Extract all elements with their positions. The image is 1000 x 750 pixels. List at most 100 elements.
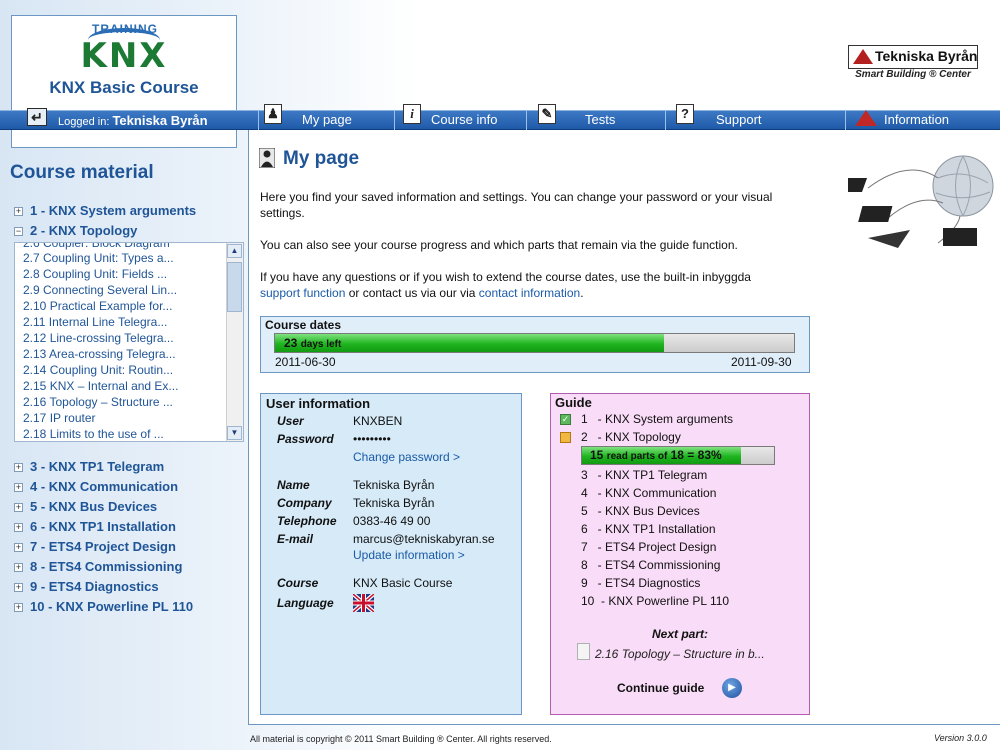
sidebar-chapter-4[interactable]: +4 - KNX Communication <box>14 479 178 494</box>
sidebar-chapter-9[interactable]: +9 - ETS4 Diagnostics <box>14 579 159 594</box>
sidebar-chapter-3[interactable]: +3 - KNX TP1 Telegram <box>14 459 164 474</box>
sublist-item[interactable]: 2.10 Practical Example for... <box>23 299 172 313</box>
sublist-item[interactable]: 2.12 Line-crossing Telegra... <box>23 331 174 345</box>
sublist-item[interactable]: 2.7 Coupling Unit: Types a... <box>23 251 174 265</box>
expand-icon[interactable]: + <box>14 603 23 612</box>
nav-support[interactable]: Support <box>716 110 762 130</box>
guide-item-9[interactable]: 9 - ETS4 Diagnostics <box>581 576 700 590</box>
chapter-label: 2 - KNX Topology <box>30 223 138 238</box>
back-arrow-icon[interactable]: ↵ <box>27 108 47 126</box>
sidebar-chapter-7[interactable]: +7 - ETS4 Project Design <box>14 539 176 554</box>
telephone-label: Telephone <box>277 514 337 528</box>
contact-text-mid: or contact us via our via <box>345 286 479 300</box>
expand-icon[interactable]: + <box>14 543 23 552</box>
sublist-item[interactable]: 2.11 Internal Line Telegra... <box>23 315 167 329</box>
logged-in-label: Logged in: <box>58 116 110 128</box>
info-icon[interactable]: i <box>403 104 421 124</box>
user-label: User <box>277 414 304 428</box>
sublist-item[interactable]: 2.15 KNX – Internal and Ex... <box>23 379 178 393</box>
sidebar-chapter-5[interactable]: +5 - KNX Bus Devices <box>14 499 157 514</box>
page-title: My page <box>283 148 360 169</box>
guide-item-7[interactable]: 7 - ETS4 Project Design <box>581 540 716 554</box>
nav-course-info[interactable]: Course info <box>431 110 497 130</box>
chapter-label: 7 - ETS4 Project Design <box>30 539 176 554</box>
contact-paragraph: If you have any questions or if you wish… <box>260 269 820 301</box>
sublist-item[interactable]: 2.17 IP router <box>23 411 96 425</box>
course-value: KNX Basic Course <box>353 576 453 590</box>
sidebar-chapter-1[interactable]: +1 - KNX System arguments <box>14 203 196 218</box>
nav-information[interactable]: Information <box>884 110 949 130</box>
collapse-icon[interactable]: − <box>14 227 23 236</box>
guide-item-2[interactable]: 2 - KNX Topology <box>581 430 681 444</box>
play-arrow-icon[interactable]: ▶ <box>722 678 742 698</box>
knx-logo: KNX <box>80 36 168 76</box>
next-part-link[interactable]: 2.16 Topology – Structure in b... <box>595 647 765 661</box>
password-value: ••••••••• <box>353 432 391 446</box>
update-information-link[interactable]: Update information > <box>353 548 465 562</box>
contact-information-link[interactable]: contact information <box>479 286 580 300</box>
guide-item-8[interactable]: 8 - ETS4 Commissioning <box>581 558 720 572</box>
company-value: Tekniska Byrån <box>353 496 435 510</box>
company-logo-name: Tekniska Byrån <box>875 48 978 64</box>
nav-tests[interactable]: Tests <box>585 110 615 130</box>
company-logo-subtitle: Smart Building ® Center <box>855 69 971 80</box>
sidebar-chapter-2[interactable]: −2 - KNX Topology <box>14 223 137 238</box>
name-label: Name <box>277 478 310 492</box>
guide-item-3[interactable]: 3 - KNX TP1 Telegram <box>581 468 707 482</box>
expand-icon[interactable]: + <box>14 583 23 592</box>
guide-item-4[interactable]: 4 - KNX Communication <box>581 486 716 500</box>
progress-paragraph: You can also see your course progress an… <box>260 238 738 252</box>
chapter-2-sublist[interactable]: 2.6 Coupler: Block Diagram 2.7 Coupling … <box>14 242 244 442</box>
days-left-number: 23 <box>284 336 298 350</box>
company-label: Company <box>277 496 332 510</box>
continue-guide-button[interactable]: Continue guide <box>617 681 704 695</box>
sublist-item[interactable]: 2.18 Limits to the use of ... <box>23 427 164 441</box>
email-value: marcus@tekniskabyran.se <box>353 532 495 546</box>
scroll-up-icon[interactable]: ▲ <box>227 244 242 258</box>
user-value: KNXBEN <box>353 414 403 428</box>
guide-item-6[interactable]: 6 - KNX TP1 Installation <box>581 522 716 536</box>
sublist-item[interactable]: 2.16 Topology – Structure ... <box>23 395 173 409</box>
sidebar-chapter-10[interactable]: +10 - KNX Powerline PL 110 <box>14 599 193 614</box>
change-password-link[interactable]: Change password > <box>353 450 460 464</box>
expand-icon[interactable]: + <box>14 207 23 216</box>
support-function-link[interactable]: support function <box>260 286 345 300</box>
contact-text: If you have any questions or if you wish… <box>260 270 751 284</box>
nav-separator <box>526 110 527 130</box>
scroll-thumb[interactable] <box>227 262 242 312</box>
guide-item-5[interactable]: 5 - KNX Bus Devices <box>581 504 700 518</box>
guide-item-10[interactable]: 10 - KNX Powerline PL 110 <box>581 594 729 608</box>
guide-item-1[interactable]: 1 - KNX System arguments <box>581 412 733 426</box>
chapter-label: 6 - KNX TP1 Installation <box>30 519 176 534</box>
chapter-label: 1 - KNX System arguments <box>30 203 197 218</box>
days-left-text: days left <box>300 339 342 350</box>
expand-icon[interactable]: + <box>14 483 23 492</box>
sidebar-chapter-6[interactable]: +6 - KNX TP1 Installation <box>14 519 176 534</box>
expand-icon[interactable]: + <box>14 463 23 472</box>
uk-flag-icon[interactable] <box>353 594 374 612</box>
guide-progress-total: 18 = 83% <box>670 448 722 462</box>
expand-icon[interactable]: + <box>14 503 23 512</box>
sidebar-chapter-8[interactable]: +8 - ETS4 Commissioning <box>14 559 182 574</box>
information-icon[interactable] <box>855 110 877 126</box>
chapter-label: 10 - KNX Powerline PL 110 <box>30 599 194 614</box>
nav-separator <box>665 110 666 130</box>
intro-paragraph: Here you find your saved information and… <box>260 190 773 220</box>
in-progress-icon <box>560 432 571 443</box>
question-icon[interactable]: ? <box>676 104 694 124</box>
sublist-item[interactable]: 2.8 Coupling Unit: Fields ... <box>23 267 167 281</box>
sublist-item[interactable]: 2.14 Coupling Unit: Routin... <box>23 363 173 377</box>
scroll-down-icon[interactable]: ▼ <box>227 426 242 440</box>
sublist-item[interactable]: 2.9 Connecting Several Lin... <box>23 283 177 297</box>
course-end-date: 2011-09-30 <box>731 355 792 369</box>
expand-icon[interactable]: + <box>14 523 23 532</box>
my-page-icon[interactable]: ♟ <box>264 104 282 124</box>
logged-in-status: Logged in: Tekniska Byrån <box>58 111 208 132</box>
expand-icon[interactable]: + <box>14 563 23 572</box>
nav-separator <box>258 110 259 130</box>
sublist-item[interactable]: 2.6 Coupler: Block Diagram <box>23 243 170 250</box>
sublist-item[interactable]: 2.13 Area-crossing Telegra... <box>23 347 176 361</box>
pencil-icon[interactable]: ✎ <box>538 104 556 124</box>
guide-title: Guide <box>555 395 592 410</box>
nav-my-page[interactable]: My page <box>302 110 352 130</box>
